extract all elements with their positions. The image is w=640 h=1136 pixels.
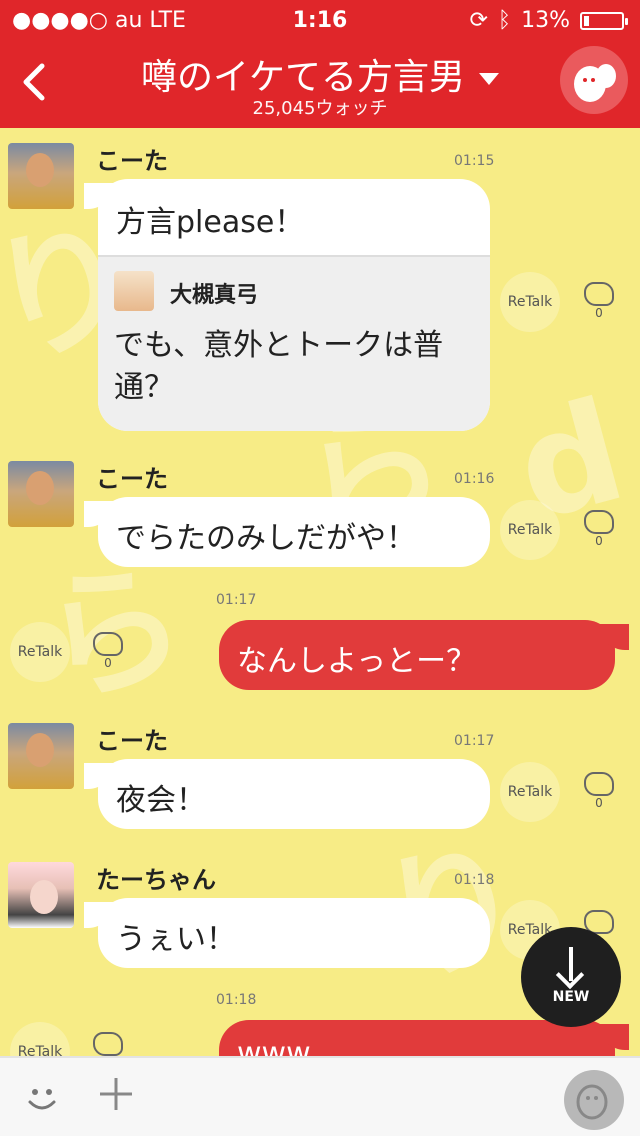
sender-name: たーちゃん (96, 866, 216, 894)
clap-count: 0 (104, 656, 112, 670)
status-bar: ●●●●○ au LTE 1:16 ⟳ ᛒ 13% (0, 0, 640, 40)
battery-percent: 13% (521, 8, 570, 33)
clap-icon (584, 510, 614, 534)
clap-count: 0 (595, 306, 603, 320)
clap-icon (93, 1032, 123, 1056)
retalk-button[interactable]: ReTalk (500, 272, 560, 332)
message-time: 01:18 (454, 872, 495, 888)
battery-icon (580, 11, 628, 30)
clap-count: 0 (595, 796, 603, 810)
plus-icon[interactable] (96, 1074, 136, 1114)
avatar[interactable] (8, 862, 74, 928)
room-profile-icon[interactable] (560, 46, 628, 114)
message-time: 01:16 (454, 471, 495, 487)
input-bar (0, 1056, 640, 1136)
message-time: 01:17 (216, 592, 257, 608)
clap-icon (584, 772, 614, 796)
message-time: 01:18 (216, 992, 257, 1008)
watch-count: 25,045ウォッチ (252, 98, 388, 119)
quoted-sender-name: 大槻真弓 (170, 283, 259, 308)
message-bubble[interactable]: 方言please！ 大槻真弓 でも、意外とトークは普通？ (84, 179, 490, 431)
avatar[interactable] (8, 143, 74, 209)
ghost-icon (574, 64, 616, 102)
new-button-label: NEW (552, 989, 590, 1005)
room-title-text: 噂のイケてる方言男 (140, 57, 465, 98)
retalk-button[interactable]: ReTalk (10, 622, 70, 682)
message-bubble[interactable]: うぇい！ (84, 898, 490, 968)
bluetooth-icon: ᛒ (497, 8, 512, 33)
clap-count: 0 (595, 534, 603, 548)
message-time: 01:15 (454, 153, 495, 169)
avatar[interactable] (8, 461, 74, 527)
clap-button[interactable]: 0 (88, 632, 128, 670)
quoted-message[interactable]: 大槻真弓 でも、意外とトークは普通？ (98, 255, 490, 431)
sender-name: こーた (96, 465, 168, 493)
smiley-icon[interactable] (22, 1078, 62, 1118)
clap-icon (584, 282, 614, 306)
chevron-down-icon (479, 73, 499, 85)
message-text: 夜会！ (116, 783, 206, 818)
retalk-button[interactable]: ReTalk (500, 500, 560, 560)
room-title[interactable]: 噂のイケてる方言男 (0, 48, 640, 100)
message-bubble[interactable]: 夜会！ (84, 759, 490, 829)
ghost-shape (576, 1084, 608, 1120)
sender-name: こーた (96, 727, 168, 755)
message-text: でらたのみしだがや！ (116, 521, 416, 556)
clap-button[interactable] (88, 1032, 128, 1056)
message-bubble[interactable]: でらたのみしだがや！ (84, 497, 490, 567)
sender-name: こーた (96, 147, 168, 175)
avatar[interactable] (8, 723, 74, 789)
new-messages-button[interactable]: NEW (521, 927, 621, 1027)
clap-button[interactable]: 0 (579, 282, 619, 320)
quoted-avatar (114, 271, 154, 311)
message-bubble[interactable]: なんしよっとー？ (219, 620, 629, 690)
clap-icon (93, 632, 123, 656)
message-time: 01:17 (454, 733, 495, 749)
clap-button[interactable]: 0 (579, 772, 619, 810)
quoted-text: でも、意外とトークは普通？ (114, 328, 444, 405)
retalk-button[interactable]: ReTalk (500, 762, 560, 822)
rotation-lock-icon: ⟳ (469, 8, 488, 33)
message-text: うぇい！ (116, 922, 236, 957)
message-text: なんしよっとー？ (237, 644, 477, 679)
arrow-down-icon (569, 947, 573, 981)
battery-fill (584, 15, 589, 26)
clap-button[interactable]: 0 (579, 510, 619, 548)
message-text: 方言please！ (116, 205, 305, 240)
ghost-icon[interactable] (564, 1070, 624, 1130)
top-header: ●●●●○ au LTE 1:16 ⟳ ᛒ 13% 噂のイケてる方言男 25,0… (0, 0, 640, 128)
status-right: ⟳ ᛒ 13% (469, 8, 628, 33)
